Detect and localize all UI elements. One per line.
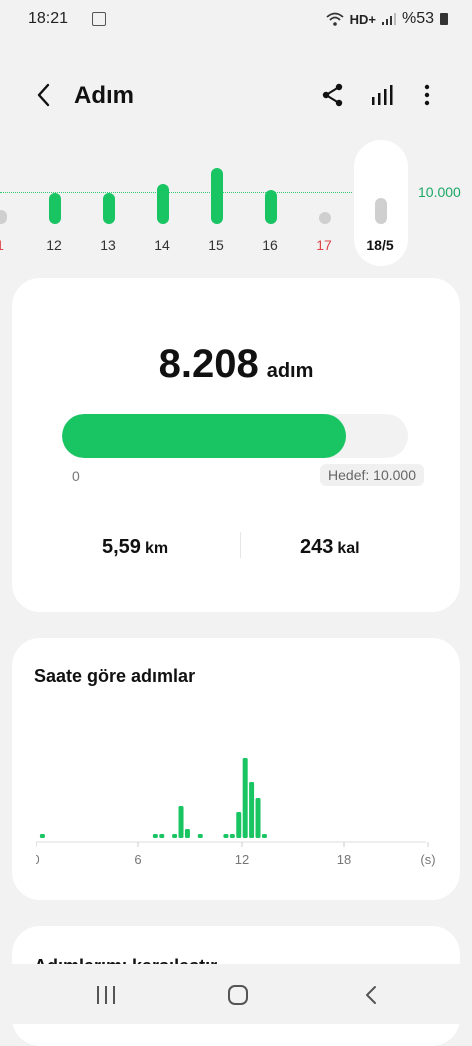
day-13[interactable]: 13 (88, 140, 128, 266)
hourly-bar (197, 834, 203, 838)
status-bar: 18:21 HD+ %53 (0, 0, 472, 40)
progress-min-label: 0 (72, 468, 80, 484)
battery-level: %53 (401, 10, 434, 27)
stat-divider (240, 532, 241, 558)
distance-stat: 5,59 km (102, 536, 168, 559)
hourly-bar (172, 834, 178, 838)
more-options-icon[interactable] (414, 82, 440, 108)
day-18-5[interactable]: 18/5 (360, 140, 400, 266)
day-steps-bar (211, 168, 223, 224)
back-nav-icon[interactable] (360, 984, 384, 1006)
gallery-icon (92, 12, 106, 26)
day-steps-bar (265, 190, 277, 224)
day-steps-bar (375, 197, 387, 224)
wifi-icon (326, 12, 344, 26)
hourly-bar (249, 782, 255, 838)
network-type: HD+ (349, 11, 376, 27)
day-label: 15 (208, 237, 224, 253)
page-title: Adım (74, 82, 134, 109)
x-tick-label: (s) (420, 852, 435, 867)
steps-count: 8.208 (158, 342, 259, 386)
day-1[interactable]: 1 (0, 140, 20, 266)
hourly-bar (152, 834, 158, 838)
day-label: 18/5 (366, 237, 394, 253)
hourly-bar (261, 834, 267, 838)
day-steps-bar (103, 192, 115, 224)
hourly-bar (255, 798, 261, 838)
day-steps-bar (319, 212, 331, 224)
hourly-bar (178, 806, 184, 838)
day-label: 1 (0, 237, 20, 253)
day-15[interactable]: 15 (196, 140, 236, 266)
day-label: 12 (46, 237, 62, 253)
steps-total: 8.208 adım (12, 342, 460, 387)
hourly-steps-chart: 0 6 12 18 (s) (36, 758, 436, 867)
hourly-bar (242, 758, 248, 838)
home-icon[interactable] (226, 984, 250, 1006)
hourly-bar (184, 829, 190, 838)
day-steps-bar (157, 184, 169, 224)
day-label: 16 (262, 237, 278, 253)
hourly-bar (223, 834, 229, 838)
hourly-steps-card[interactable]: Saate göre adımlar 0 6 12 18 (s) (12, 638, 460, 900)
x-tick-label: 18 (337, 852, 351, 867)
x-tick-label: 0 (36, 852, 40, 867)
steps-unit: adım (266, 360, 314, 382)
status-time: 18:21 (28, 10, 69, 27)
goal-progress-fill (62, 414, 346, 458)
hourly-bar (236, 812, 242, 838)
battery-icon (440, 13, 448, 25)
hourly-bar (229, 834, 235, 838)
day-17[interactable]: 17 (304, 140, 344, 266)
day-label: 13 (100, 237, 116, 253)
signal-icon (381, 13, 396, 25)
x-tick-label: 6 (134, 852, 141, 867)
app-bar: Adım (0, 70, 472, 122)
goal-label: 10.000 (418, 184, 461, 200)
hourly-title: Saate göre adımlar (34, 666, 196, 686)
x-tick-label: 12 (235, 852, 249, 867)
distance-unit: km (144, 540, 169, 557)
calories-unit: kal (337, 540, 360, 557)
summary-card: 8.208 adım 0 Hedef: 10.000 5,59 km 243 kal (12, 278, 460, 612)
day-steps-bar (49, 192, 61, 224)
goal-chip: Hedef: 10.000 (320, 464, 424, 486)
day-label: 14 (154, 237, 170, 253)
navigation-bar (0, 964, 472, 1024)
back-button[interactable] (30, 80, 60, 110)
hourly-bar (159, 834, 165, 838)
share-icon[interactable] (320, 82, 346, 108)
status-right: HD+ %53 (326, 10, 448, 28)
stats-icon[interactable] (370, 82, 396, 108)
day-14[interactable]: 14 (142, 140, 182, 266)
distance-value: 5,59 (102, 536, 141, 558)
calories-stat: 243 kal (300, 536, 360, 559)
recent-apps-icon[interactable] (94, 984, 118, 1006)
calories-value: 243 (300, 536, 334, 558)
goal-progress-bar (62, 414, 408, 458)
day-12[interactable]: 12 (34, 140, 74, 266)
hourly-bar (39, 834, 45, 838)
day-steps-bar (0, 209, 7, 224)
day-16[interactable]: 16 (250, 140, 290, 266)
weekly-steps-strip: 10.000 1 12 13 14 15 16 17 18/5 (0, 140, 472, 270)
day-label: 17 (316, 237, 332, 253)
